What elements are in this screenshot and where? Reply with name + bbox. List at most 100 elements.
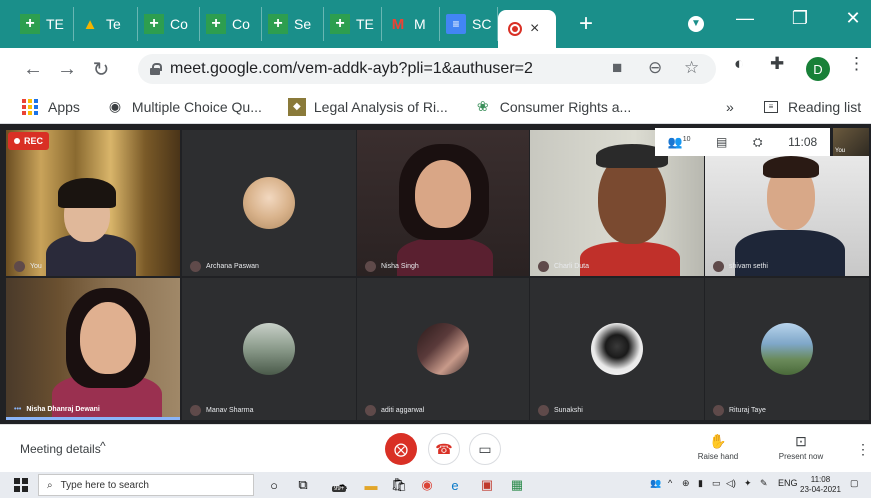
classroom-icon: +	[144, 14, 164, 34]
participant-tile[interactable]: aditi aggarwal	[357, 278, 529, 420]
participant-tile[interactable]: Rituraj Taye	[705, 278, 869, 420]
self-view-thumbnail[interactable]: You	[833, 128, 869, 156]
pen-icon[interactable]: ✎	[760, 478, 768, 489]
tray-chevron-icon[interactable]: ^	[668, 478, 672, 488]
bookmark-label: Apps	[48, 98, 80, 115]
tab-search-icon[interactable]: ▼	[681, 10, 711, 32]
hang-up-button[interactable]: ☎	[428, 433, 460, 465]
reading-list-icon: ≡	[764, 101, 778, 113]
camera-toggle-button[interactable]: ▭	[469, 433, 501, 465]
bookmarks-bar: Apps ◉ Multiple Choice Qu... ◆ Legal Ana…	[0, 90, 871, 124]
close-icon[interactable]: ✕	[838, 8, 868, 29]
camera-icon: ▭	[478, 440, 492, 457]
bookmarks-overflow-button[interactable]: »	[726, 90, 734, 124]
participant-tile-you[interactable]: You	[6, 130, 180, 276]
new-tab-button[interactable]: +	[574, 10, 598, 38]
classroom-icon: +	[330, 14, 350, 34]
reading-list-button[interactable]: ≡ Reading list	[764, 90, 861, 124]
battery-icon[interactable]: ▮	[698, 478, 703, 489]
participant-tile[interactable]: Manav Sharma	[182, 278, 356, 420]
chevron-up-icon[interactable]: ^	[100, 439, 106, 453]
edge-icon[interactable]: e	[446, 476, 464, 494]
bookmark-item[interactable]: ❀ Consumer Rights a...	[474, 98, 631, 116]
bookmark-apps[interactable]: Apps	[22, 98, 80, 115]
maximize-icon[interactable]: ❐	[785, 8, 815, 29]
participant-name: Archana Paswan	[190, 261, 259, 272]
antivirus-icon[interactable]: ✦	[744, 478, 752, 489]
store-icon[interactable]: 🛍	[390, 476, 408, 494]
reload-icon[interactable]: ↻	[84, 57, 118, 82]
app-icon[interactable]: ▦	[508, 476, 526, 494]
mic-off-icon	[713, 261, 724, 272]
profile-avatar[interactable]: D	[806, 57, 830, 81]
browser-tab[interactable]: + Se	[262, 7, 324, 41]
participant-name: aditi aggarwal	[365, 405, 424, 416]
classroom-icon: +	[268, 14, 288, 34]
participant-face	[415, 160, 471, 228]
browser-tab[interactable]: + TE	[324, 7, 382, 41]
file-explorer-icon[interactable]: ▬	[362, 476, 380, 494]
more-options-icon[interactable]: ⋮	[856, 441, 870, 458]
camera-icon[interactable]: ■	[612, 58, 622, 78]
windows-taskbar: ⌕ Type here to search ○ ⧉ ☁ 99+ ▬ 🛍 ◉ e …	[0, 472, 871, 498]
minimize-icon[interactable]: —	[730, 8, 760, 29]
reading-list-label: Reading list	[788, 99, 862, 115]
forward-icon[interactable]: →	[50, 58, 84, 81]
people-button[interactable]: 👥10	[668, 135, 691, 149]
mic-off-icon	[190, 261, 201, 272]
browser-tab[interactable]: ▲ Te	[74, 7, 138, 41]
people-tray-icon[interactable]: 👥	[650, 478, 661, 489]
bookmark-item[interactable]: ◆ Legal Analysis of Ri...	[287, 97, 448, 116]
people-count: 10	[682, 136, 691, 143]
notifications-icon[interactable]: ▢	[850, 478, 859, 489]
puzzle-icon[interactable]: ✚	[770, 54, 784, 74]
participant-tile[interactable]: Nisha Singh	[357, 130, 529, 276]
meeting-details-button[interactable]: Meeting details	[20, 442, 101, 456]
present-now-button[interactable]: ⊡ Present now	[766, 433, 836, 461]
browser-tab[interactable]: M M	[382, 7, 440, 41]
clock-time: 11:08	[810, 475, 831, 484]
mic-toggle-button[interactable]: ⨂	[385, 433, 417, 465]
participant-tile[interactable]: Sunakshi	[530, 278, 704, 420]
zoom-icon[interactable]: ⊖	[648, 58, 662, 78]
browser-tab[interactable]: + Co	[138, 7, 200, 41]
taskbar-search-input[interactable]: ⌕ Type here to search	[38, 474, 254, 496]
tab-close-button[interactable]: ×	[530, 20, 539, 38]
participant-name: Nisha Singh	[365, 261, 419, 272]
chat-icon[interactable]: ▤	[716, 135, 727, 149]
people-icon: 👥	[667, 135, 683, 149]
browser-tab[interactable]: ≡ SC	[440, 7, 498, 41]
bookmark-label: Multiple Choice Qu...	[131, 98, 262, 115]
meet-top-controls: 👥10 ▤ ⛭ 11:08	[655, 128, 830, 156]
bookmark-item[interactable]: ◉ Multiple Choice Qu...	[106, 98, 262, 116]
active-tab[interactable]: ×	[498, 10, 556, 48]
browser-tab[interactable]: + TE	[14, 7, 74, 41]
windows-start-icon[interactable]	[14, 478, 28, 492]
cortana-icon[interactable]: ○	[265, 476, 283, 494]
participant-tile[interactable]: Archana Paswan	[182, 130, 356, 276]
participant-tile[interactable]: shivam sethi	[705, 156, 869, 276]
participant-name: shivam sethi	[713, 261, 768, 272]
raise-hand-button[interactable]: ✋ Raise hand	[683, 433, 753, 461]
browser-tab[interactable]: + Co	[200, 7, 262, 41]
photos-icon[interactable]: ▣	[478, 476, 496, 494]
meet-time: 11:08	[788, 135, 818, 149]
activities-icon[interactable]: ⛭	[753, 135, 763, 150]
tab-label: Te	[106, 16, 121, 32]
participant-name: Charli Duta	[538, 261, 589, 272]
bookmark-label: Legal Analysis of Ri...	[313, 98, 448, 115]
task-view-icon[interactable]: ⧉	[294, 476, 312, 494]
chrome-icon[interactable]: ◉	[418, 476, 436, 494]
network-icon[interactable]: ⊕	[682, 478, 690, 489]
taskbar-clock[interactable]: 11:08 23-04-2021	[800, 475, 841, 495]
star-icon[interactable]: ☆	[684, 58, 699, 78]
mic-off-icon	[14, 261, 25, 272]
menu-icon[interactable]: ⋮	[848, 54, 865, 74]
participant-tile[interactable]: ••• Nisha Dhanraj Dewani	[6, 278, 180, 420]
language-indicator[interactable]: ENG	[778, 478, 798, 488]
display-icon[interactable]: ▭	[712, 478, 721, 489]
url-field[interactable]: meet.google.com/vem-addk-ayb?pli=1&authu…	[138, 54, 716, 84]
volume-icon[interactable]: ◁)	[726, 478, 736, 489]
extension-circle-icon[interactable]: ◐	[734, 54, 744, 74]
back-icon[interactable]: ←	[16, 58, 50, 81]
